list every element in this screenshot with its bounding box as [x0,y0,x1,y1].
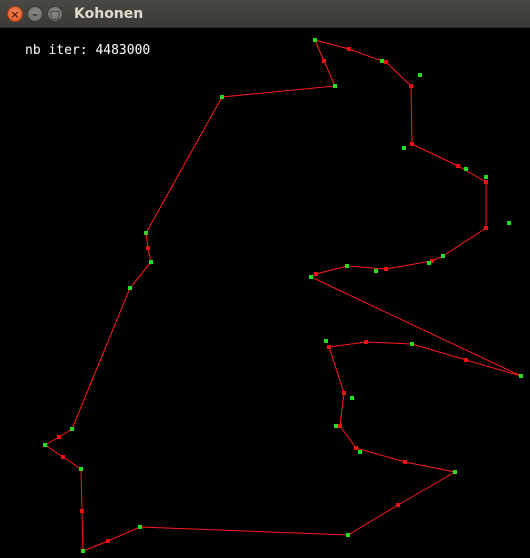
city-point [345,264,349,268]
neuron-point [384,60,388,64]
neuron-point [484,180,488,184]
city-point [79,467,83,471]
neuron-point [364,340,368,344]
neuron-point [456,164,460,168]
city-point [441,254,445,258]
city-point [507,221,511,225]
city-point [484,175,488,179]
city-point [410,342,414,346]
neuron-point [403,460,407,464]
neuron-point [106,539,110,543]
city-point [81,549,85,553]
neuron-point [464,358,468,362]
city-point [43,443,47,447]
city-point [418,73,422,77]
city-point [128,286,132,290]
kohonen-canvas [43,38,523,553]
neuron-point [347,47,351,51]
city-point [220,95,224,99]
city-point [464,167,468,171]
city-point [358,450,362,454]
city-point [138,525,142,529]
neuron-point [354,446,358,450]
neuron-point [57,435,61,439]
city-point [346,533,350,537]
neuron-point [484,226,488,230]
city-point [427,261,431,265]
city-point [70,427,74,431]
app-window: × – □ Kohonen nb iter: 4483000 [0,0,530,558]
city-point [333,84,337,88]
neuron-point [342,391,346,395]
city-point [350,396,354,400]
city-point [309,275,313,279]
neuron-point [409,84,413,88]
city-point [380,59,384,63]
iteration-label: nb iter: [25,43,88,58]
neuron-point [410,142,414,146]
neuron-point [314,272,318,276]
city-point [453,470,457,474]
iteration-counter: nb iter: 4483000 [25,43,150,58]
iteration-value: 4483000 [95,43,151,58]
city-point [149,260,153,264]
city-point [334,424,338,428]
city-point [374,269,378,273]
neuron-point [338,424,342,428]
neuron-point [384,267,388,271]
city-point [402,146,406,150]
city-point [324,339,328,343]
neuron-point [396,503,400,507]
city-point [313,38,317,42]
neuron-point [61,455,65,459]
neuron-point [327,345,331,349]
city-point [144,231,148,235]
city-point [519,374,523,378]
neuron-point [322,59,326,63]
neuron-point [146,246,150,250]
neuron-path [44,39,522,552]
neuron-point [80,509,84,513]
